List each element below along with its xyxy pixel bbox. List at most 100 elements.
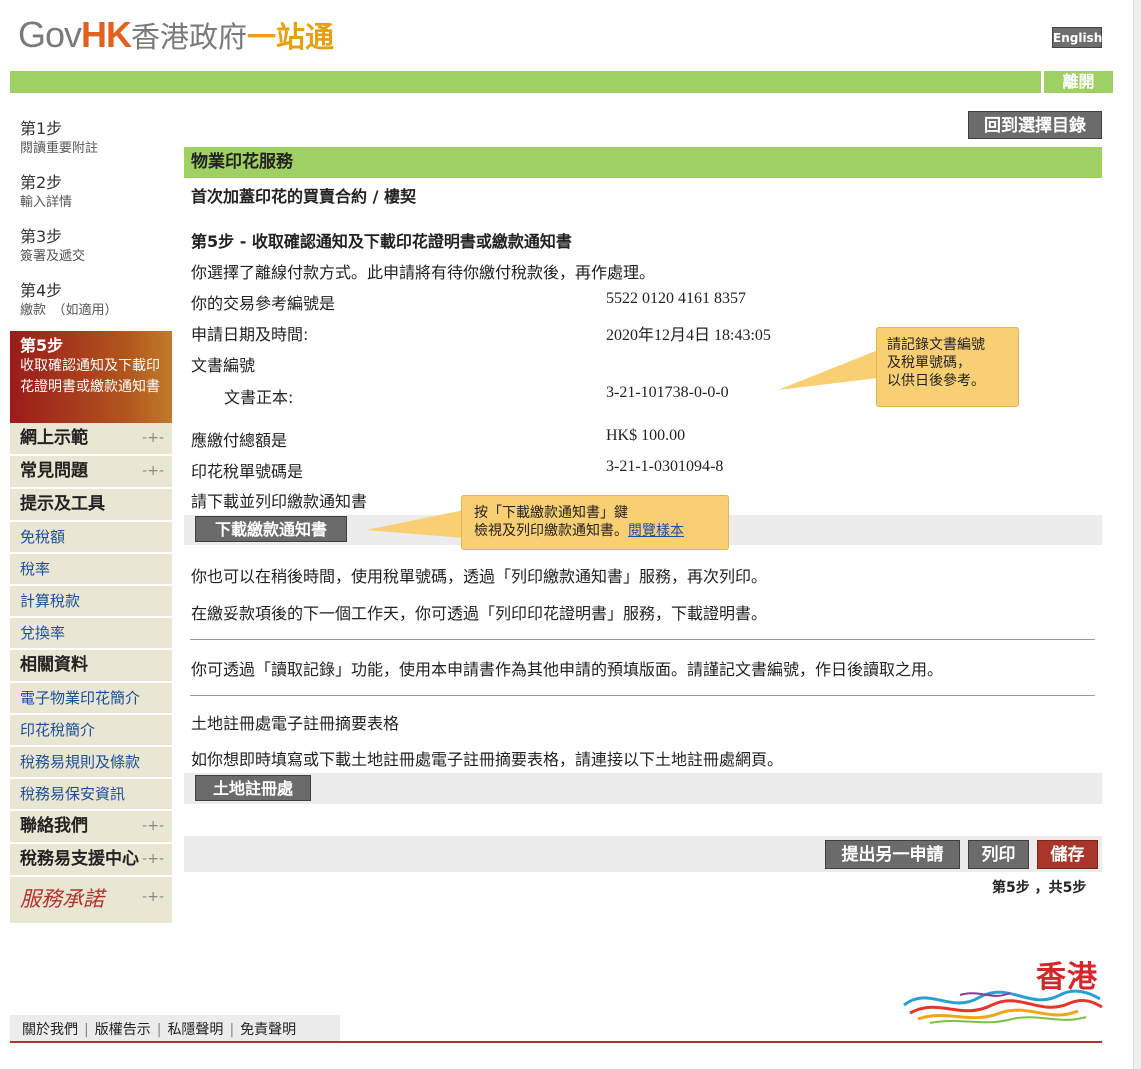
- vertical-scrollbar[interactable]: [1133, 0, 1141, 1069]
- nav-label: 聯絡我們: [20, 816, 88, 836]
- tooltip-line: 及稅單號碼，: [887, 355, 971, 371]
- application-date-label: 申請日期及時間:: [191, 325, 309, 344]
- nav-faq[interactable]: 常見問題 -+-: [10, 456, 172, 489]
- footer-separator: |: [84, 1022, 89, 1038]
- govhk-logo[interactable]: GovHK香港政府一站通: [18, 14, 334, 56]
- logo-zh-text-2: 一站通: [247, 20, 335, 54]
- download-demand-note-button[interactable]: 下載繳款通知書: [195, 516, 347, 542]
- nav-tips-tools: 提示及工具: [10, 489, 172, 522]
- footer-separator: |: [229, 1022, 235, 1038]
- logo-gov-text: Gov: [18, 14, 82, 55]
- step-counter: 第5步 ，共5步: [992, 880, 1087, 896]
- sidebar: 第1步 閱讀重要附註 第2步 輸入詳情 第3步 簽署及遞交 第4步 繳款 （如適…: [10, 115, 172, 923]
- footer-link-about-us[interactable]: 關於我們: [22, 1022, 78, 1038]
- action-bar: [184, 836, 1102, 872]
- step-3: 第3步 簽署及遞交: [10, 223, 172, 277]
- download-prompt: 請下載並列印繳款通知書: [191, 492, 368, 511]
- expand-icon: -+-: [142, 851, 164, 867]
- step-5-active: 第5步 收取確認通知及下載印花證明書或繳款通知書: [10, 331, 172, 423]
- nav-label: 稅務易支援中心: [20, 849, 139, 869]
- divider: [190, 695, 1095, 696]
- nav-label: 網上示範: [20, 428, 88, 448]
- reprint-info: 你也可以在稍後時間，使用稅單號碼，透過「列印繳款通知書」服務，再次列印。: [191, 567, 768, 586]
- retrieve-record-info: 你可透過「讀取記錄」功能，使用本申請書作為其他申請的預填版面。請謹記文書編號，作…: [191, 660, 944, 679]
- english-button[interactable]: English: [1052, 27, 1102, 48]
- document-original-value: 3-21-101738-0-0-0: [606, 384, 729, 401]
- print-button[interactable]: 列印: [968, 840, 1029, 869]
- reference-number-value: 5522 0120 4161 8357: [606, 290, 746, 307]
- offline-payment-notice: 你選擇了離線付款方式。此申請將有待你繳付稅款後，再作處理。: [191, 263, 656, 282]
- step-4: 第4步 繳款 （如適用）: [10, 277, 172, 331]
- nav-etax-support[interactable]: 稅務易支援中心 -+-: [10, 844, 172, 877]
- nav-related-info: 相關資料: [10, 650, 172, 683]
- application-date-value: 2020年12月4日 18:43:05: [606, 327, 771, 344]
- nav-link-tax-rates[interactable]: 稅率: [10, 554, 172, 586]
- footer-links: 關於我們 | 版權告示 | 私隱聲明 | 免責聲明: [22, 1019, 296, 1039]
- view-sample-link[interactable]: 閱覽樣本: [628, 523, 684, 539]
- step-title: 第4步: [20, 281, 63, 300]
- nav-link-stamp-duty-intro[interactable]: 印花稅簡介: [10, 715, 172, 747]
- nav-link-etax-security[interactable]: 稅務易保安資訊: [10, 779, 172, 811]
- nav-contact-us[interactable]: 聯絡我們 -+-: [10, 811, 172, 844]
- demand-note-number-value: 3-21-1-0301094-8: [606, 458, 724, 475]
- logo-hk-text: HK: [81, 14, 132, 55]
- step-1: 第1步 閱讀重要附註: [10, 115, 172, 169]
- brand-hong-kong-dragon-icon: [903, 989, 1103, 1024]
- land-registry-form-info: 如你想即時填寫或下載土地註冊處電子註冊摘要表格，請連接以下土地註冊處網頁。: [191, 750, 784, 769]
- footer-separator: |: [156, 1022, 162, 1038]
- nav-label: 常見問題: [20, 461, 88, 481]
- top-green-bar: [10, 71, 1113, 93]
- footer-divider: [10, 1041, 1102, 1043]
- nav-online-demo[interactable]: 網上示範 -+-: [10, 423, 172, 456]
- amount-due-label: 應繳付總額是: [191, 431, 288, 450]
- tooltip-line: 按「下載繳款通知書」鍵: [474, 505, 628, 521]
- divider: [190, 639, 1095, 640]
- land-registry-bar: [184, 773, 1102, 804]
- nav-link-allowances[interactable]: 免稅額: [10, 522, 172, 554]
- amount-due-value: HK$ 100.00: [606, 427, 686, 444]
- save-button[interactable]: 儲存: [1037, 840, 1098, 869]
- step-2: 第2步 輸入詳情: [10, 169, 172, 223]
- step-desc: 閱讀重要附註: [20, 141, 99, 156]
- service-pledge-logo: 服務承諾: [20, 887, 104, 911]
- service-title-bar: 物業印花服務: [184, 147, 1102, 178]
- footer-link-disclaimer[interactable]: 免責聲明: [240, 1022, 296, 1038]
- tooltip-text: 檢視及列印繳款通知書。: [474, 523, 628, 539]
- logo-zh-text: 香港政府: [131, 20, 248, 54]
- step-desc: 簽署及遞交: [20, 249, 86, 264]
- nav-label: 相關資料: [20, 655, 88, 675]
- land-registry-button[interactable]: 土地註冊處: [195, 775, 311, 801]
- nav-link-etax-terms[interactable]: 稅務易規則及條款: [10, 747, 172, 779]
- tooltip-line: 以供日後參考。: [887, 373, 985, 389]
- expand-icon: -+-: [142, 889, 164, 905]
- expand-icon: -+-: [142, 818, 164, 834]
- nav-link-tax-calculator[interactable]: 計算稅款: [10, 586, 172, 618]
- nav-service-pledge[interactable]: 服務承諾 -+-: [10, 877, 172, 923]
- document-original-label: 文書正本:: [224, 388, 294, 407]
- reference-number-label: 你的交易參考編號是: [191, 294, 336, 313]
- step-title: 第5步: [20, 336, 64, 355]
- submit-another-button[interactable]: 提出另一申請: [825, 840, 960, 869]
- document-number-label: 文書編號: [191, 356, 256, 375]
- tooltip-line-2: 檢視及列印繳款通知書。閱覽樣本: [474, 522, 716, 540]
- tooltip-pointer: [366, 510, 464, 538]
- step-desc: 收取確認通知及下載印花證明書或繳款通知書: [20, 358, 160, 395]
- nav-link-exchange-rates[interactable]: 兌換率: [10, 618, 172, 650]
- tooltip-line: 請記錄文書編號: [887, 337, 985, 353]
- step-desc: 繳款 （如適用）: [20, 303, 118, 318]
- tooltip-pointer: [778, 350, 878, 390]
- exit-button[interactable]: 離開: [1041, 71, 1113, 93]
- footer-link-copyright[interactable]: 版權告示: [95, 1022, 151, 1038]
- back-to-menu-button[interactable]: 回到選擇目錄: [968, 111, 1102, 139]
- land-registry-form-title: 土地註冊處電子註冊摘要表格: [191, 714, 400, 733]
- step-title: 第2步: [20, 173, 63, 192]
- service-subtitle: 首次加蓋印花的買賣合約 / 樓契: [191, 187, 416, 206]
- demand-note-number-label: 印花稅單號碼是: [191, 462, 304, 481]
- record-reminder-tooltip: 請記錄文書編號 及稅單號碼， 以供日後參考。: [876, 327, 1019, 407]
- expand-icon: -+-: [142, 430, 164, 446]
- step-title: 第3步: [20, 227, 63, 246]
- step-desc: 輸入詳情: [20, 195, 73, 210]
- step-heading: 第5步 - 收取確認通知及下載印花證明書或繳款通知書: [191, 232, 572, 251]
- nav-link-e-stamping-intro[interactable]: 電子物業印花簡介: [10, 683, 172, 715]
- footer-link-privacy[interactable]: 私隱聲明: [167, 1022, 223, 1038]
